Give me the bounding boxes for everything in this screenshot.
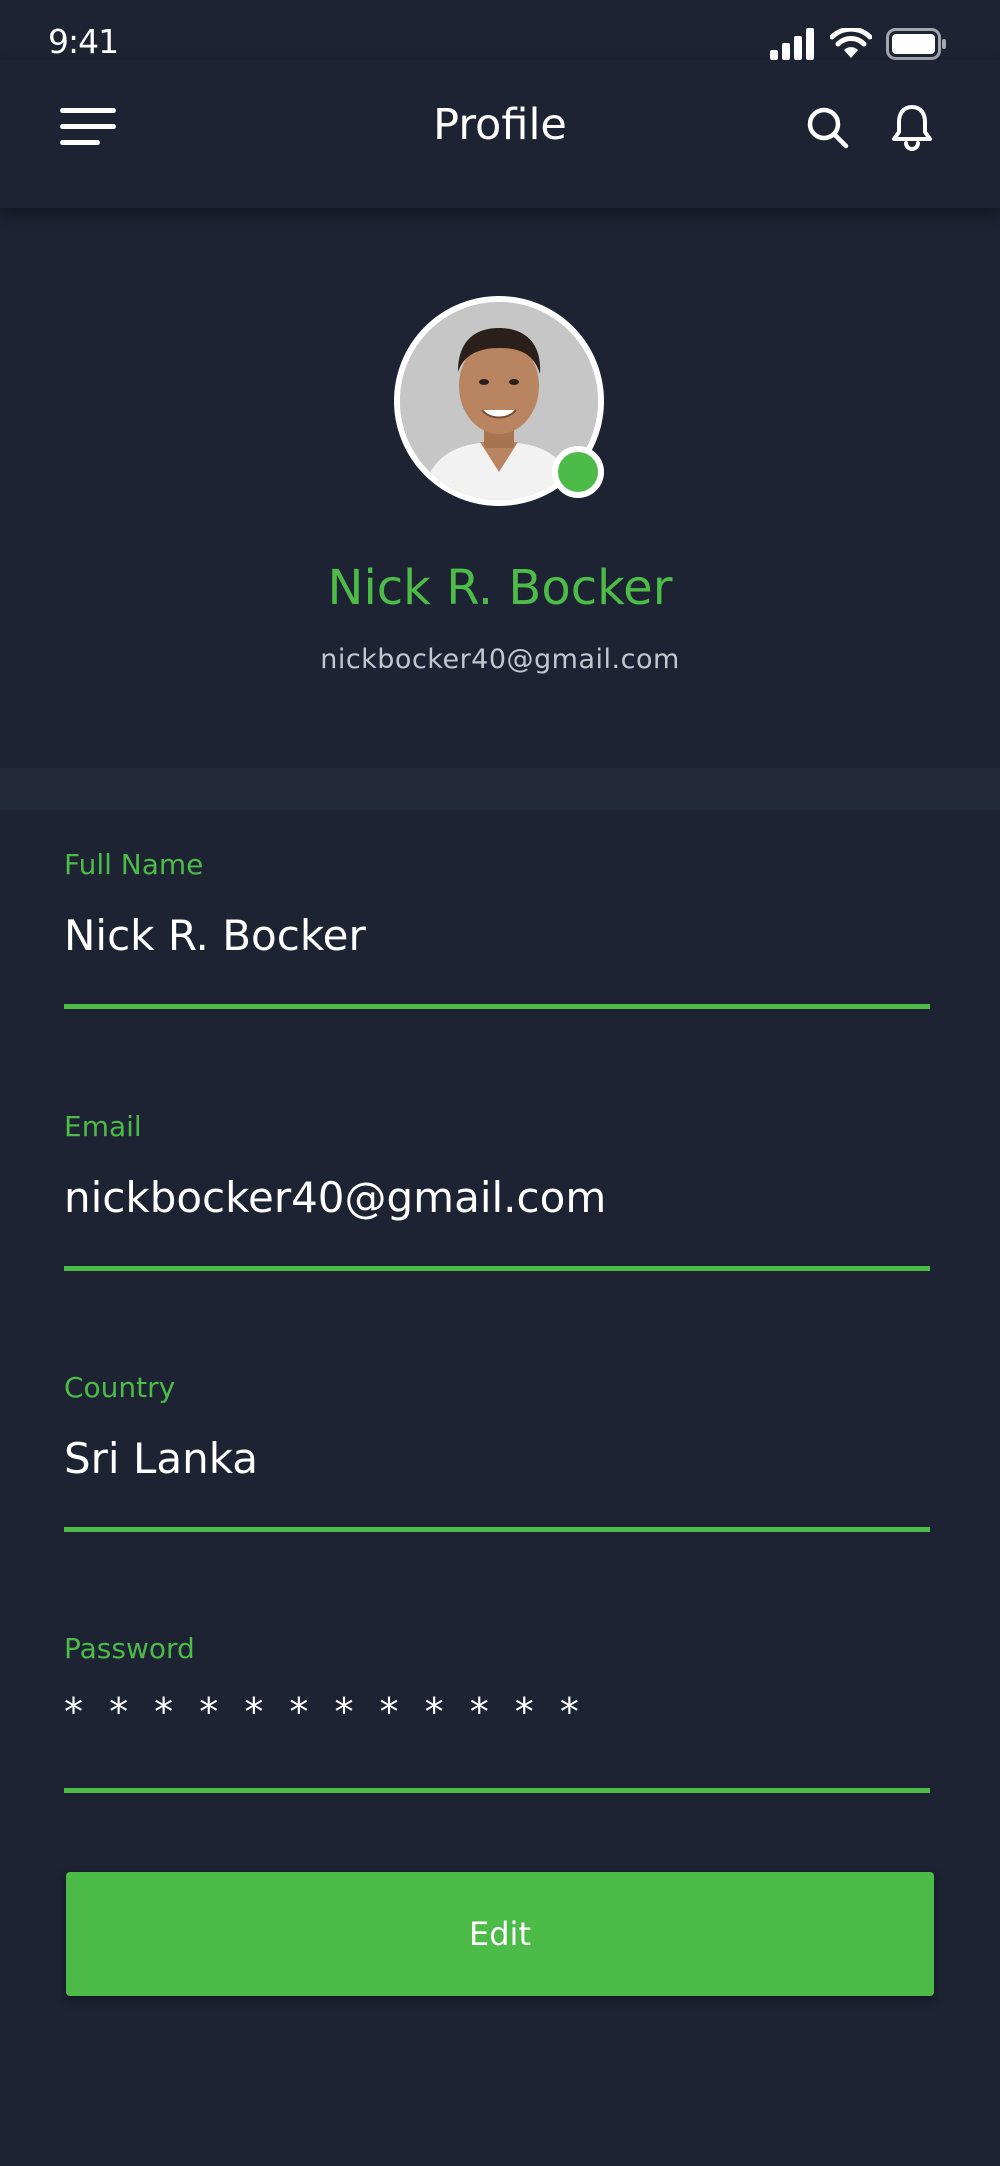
battery-icon [886, 28, 946, 60]
profile-summary: Nick R. Bocker nickbocker40@gmail.com [0, 208, 1000, 768]
country-field: Country [64, 1371, 930, 1555]
wifi-icon [830, 28, 872, 58]
status-icons [770, 28, 948, 60]
search-icon[interactable] [804, 104, 852, 152]
email-label: Email [64, 1110, 142, 1143]
email-input[interactable] [64, 1162, 930, 1232]
country-underline [64, 1527, 930, 1532]
password-input[interactable]: * * * * * * * * * * * * [64, 1690, 586, 1734]
status-time: 9:41 [48, 22, 119, 61]
password-underline [64, 1788, 930, 1793]
online-status-dot [552, 446, 604, 498]
full-name-underline [64, 1004, 930, 1009]
email-field: Email [64, 1110, 930, 1294]
full-name-label: Full Name [64, 848, 204, 881]
profile-name: Nick R. Bocker [327, 560, 673, 616]
edit-button[interactable]: Edit [66, 1872, 934, 1996]
full-name-input[interactable] [64, 900, 930, 970]
country-label: Country [64, 1371, 176, 1404]
profile-email: nickbocker40@gmail.com [320, 644, 680, 675]
full-name-field: Full Name [64, 848, 930, 1032]
password-field[interactable]: Password * * * * * * * * * * * * [64, 1632, 930, 1816]
password-label: Password [64, 1632, 195, 1665]
email-underline [64, 1266, 930, 1271]
app-header: Profile [0, 60, 1000, 208]
country-input[interactable] [64, 1423, 930, 1493]
signal-icon [770, 28, 814, 60]
section-divider [0, 768, 1000, 810]
bell-icon[interactable] [888, 102, 936, 152]
